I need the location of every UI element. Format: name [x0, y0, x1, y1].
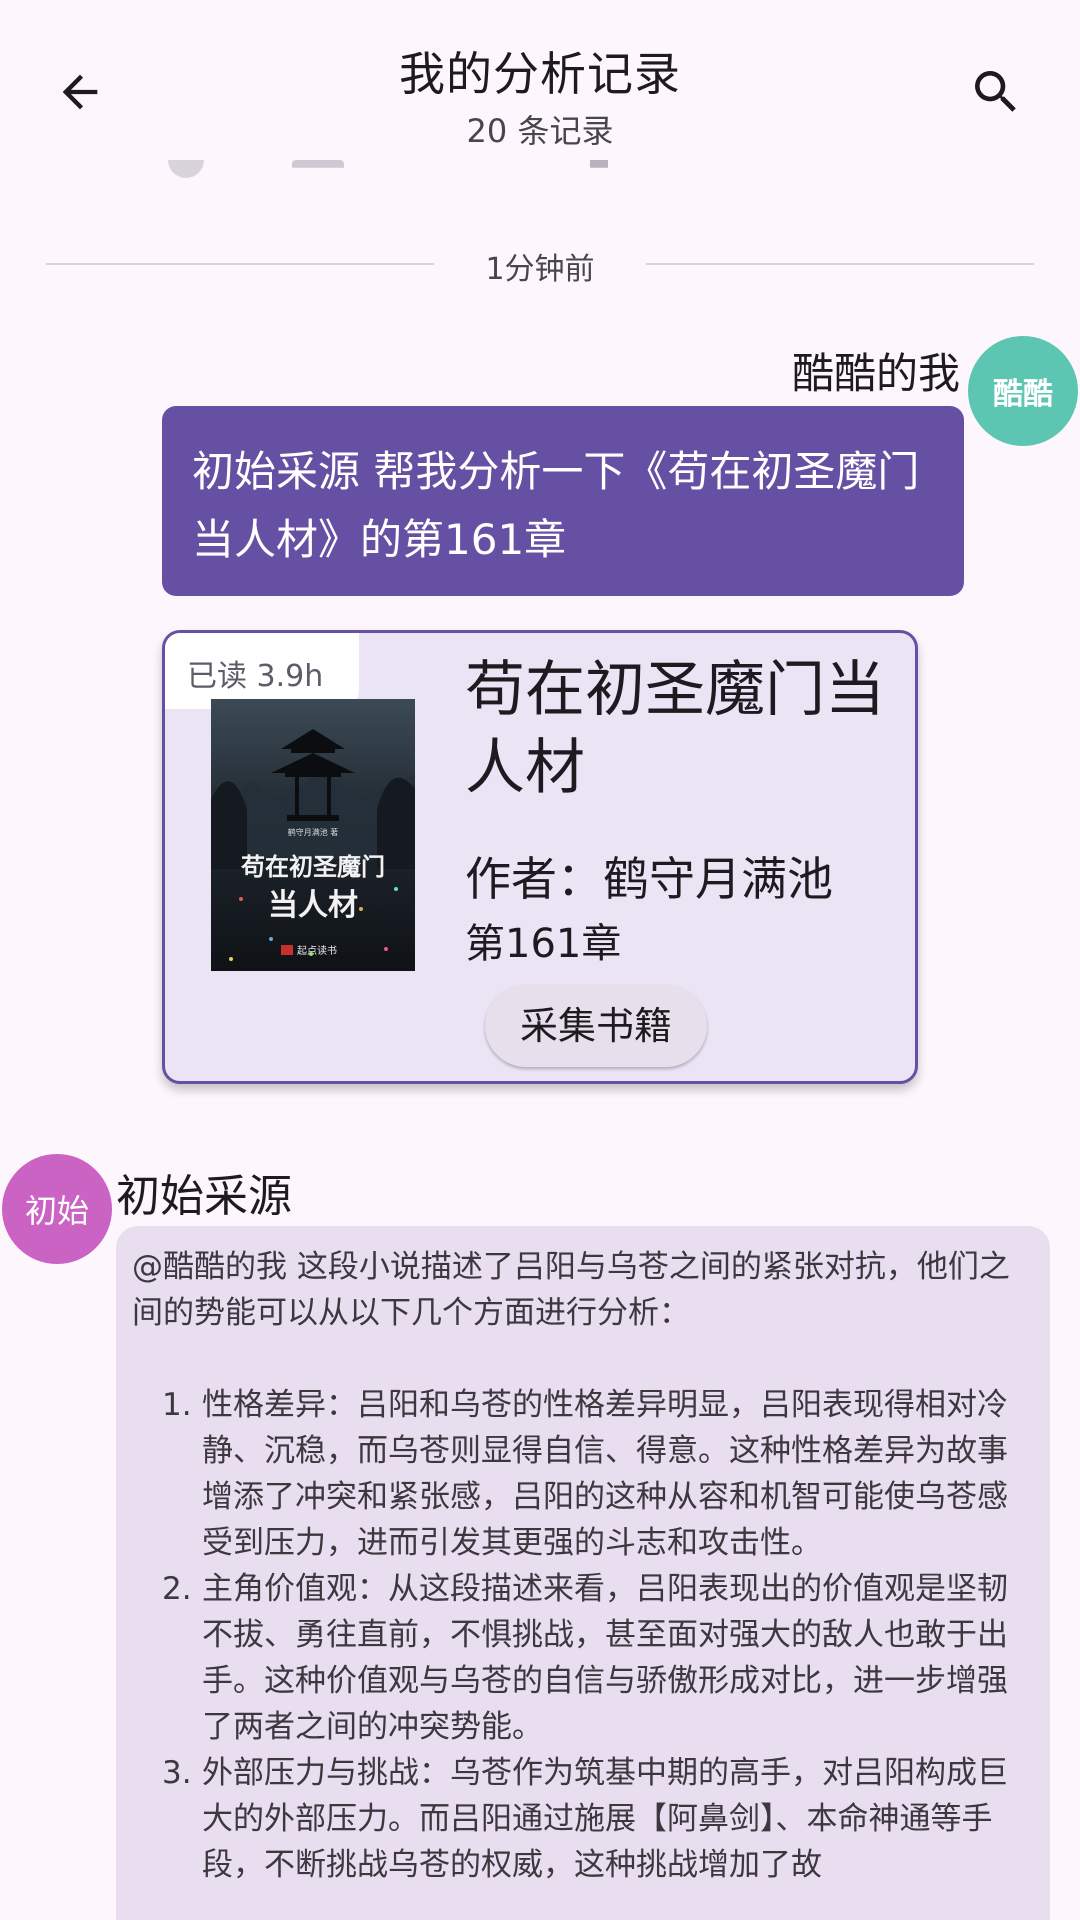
cover-author-text: 鹤守月满池 著 — [288, 827, 339, 837]
user-name: 酷酷的我 — [791, 349, 960, 398]
list-item-text: 性格差异：吕阳和乌苍的性格差异明显，吕阳表现得相对冷静、沉稳，而乌苍则显得自信、… — [202, 1387, 1008, 1561]
top-app-bar: 我的分析记录 20 条记录 — [0, 0, 1080, 160]
list-item-text: 外部压力与挑战：乌苍作为筑基中期的高手，对吕阳构成巨大的外部压力。而吕阳通过施展… — [202, 1755, 1008, 1883]
time-divider-label: 1分钟前 — [485, 252, 595, 287]
divider-line-left — [46, 263, 434, 265]
list-item: 3. 外部压力与挑战：乌苍作为筑基中期的高手，对吕阳构成巨大的外部压力。而吕阳通… — [132, 1750, 1032, 1888]
list-item-number: 2. — [162, 1571, 192, 1607]
bot-message-bubble[interactable]: @酷酷的我 这段小说描述了吕阳与乌苍之间的紧张对抗，他们之间的势能可以从以下几个… — [116, 1226, 1050, 1920]
book-card[interactable]: 已读 3.9h 鹤守月满池 著 苟在初圣魔门 当人材 起点读书 苟在初圣魔门当人… — [162, 630, 918, 1084]
user-message-bubble[interactable]: 初始采源 帮我分析一下《苟在初圣魔门当人材》的第161章 — [162, 406, 964, 596]
bot-intro-text: @酷酷的我 这段小说描述了吕阳与乌苍之间的紧张对抗，他们之间的势能可以从以下几个… — [132, 1249, 1010, 1331]
analysis-list: 1. 性格差异：吕阳和乌苍的性格差异明显，吕阳表现得相对冷静、沉稳，而乌苍则显得… — [132, 1382, 1032, 1888]
search-icon — [975, 71, 1016, 112]
divider-line-right — [646, 263, 1034, 265]
book-title: 苟在初圣魔门当人材 — [465, 655, 885, 803]
list-item-number: 3. — [162, 1755, 192, 1791]
publisher-logo — [281, 945, 293, 955]
list-item: 2. 主角价值观：从这段描述来看，吕阳表现出的价值观是坚韧不拔、勇往直前，不惧挑… — [132, 1566, 1032, 1750]
list-item: 1. 性格差异：吕阳和乌苍的性格差异明显，吕阳表现得相对冷静、沉稳，而乌苍则显得… — [132, 1382, 1032, 1566]
cover-title-line1: 苟在初圣魔门 — [240, 852, 385, 881]
bot-name: 初始采源 — [116, 1171, 292, 1222]
collect-book-button[interactable]: 采集书籍 — [485, 985, 707, 1067]
search-button[interactable] — [960, 56, 1032, 128]
scrolled-content-fragment — [160, 160, 620, 190]
book-author: 作者：鹤守月满池 — [465, 852, 833, 906]
list-item-text: 主角价值观：从这段描述来看，吕阳表现出的价值观是坚韧不拔、勇往直前，不惧挑战，甚… — [202, 1571, 1008, 1745]
list-item-number: 1. — [162, 1387, 192, 1423]
cover-title-line2: 当人材 — [268, 888, 358, 923]
user-avatar[interactable]: 酷酷 — [968, 336, 1078, 446]
page-title: 我的分析记录 — [399, 47, 681, 101]
cover-publisher: 起点读书 — [297, 944, 337, 957]
read-time-badge: 已读 3.9h — [165, 633, 359, 709]
record-count: 20 条记录 — [466, 112, 614, 150]
book-chapter: 第161章 — [465, 921, 622, 967]
book-cover-art: 鹤守月满池 著 苟在初圣魔门 当人材 起点读书 — [211, 699, 415, 971]
bot-avatar[interactable]: 初始 — [2, 1154, 112, 1264]
book-cover: 鹤守月满池 著 苟在初圣魔门 当人材 起点读书 — [211, 699, 415, 971]
